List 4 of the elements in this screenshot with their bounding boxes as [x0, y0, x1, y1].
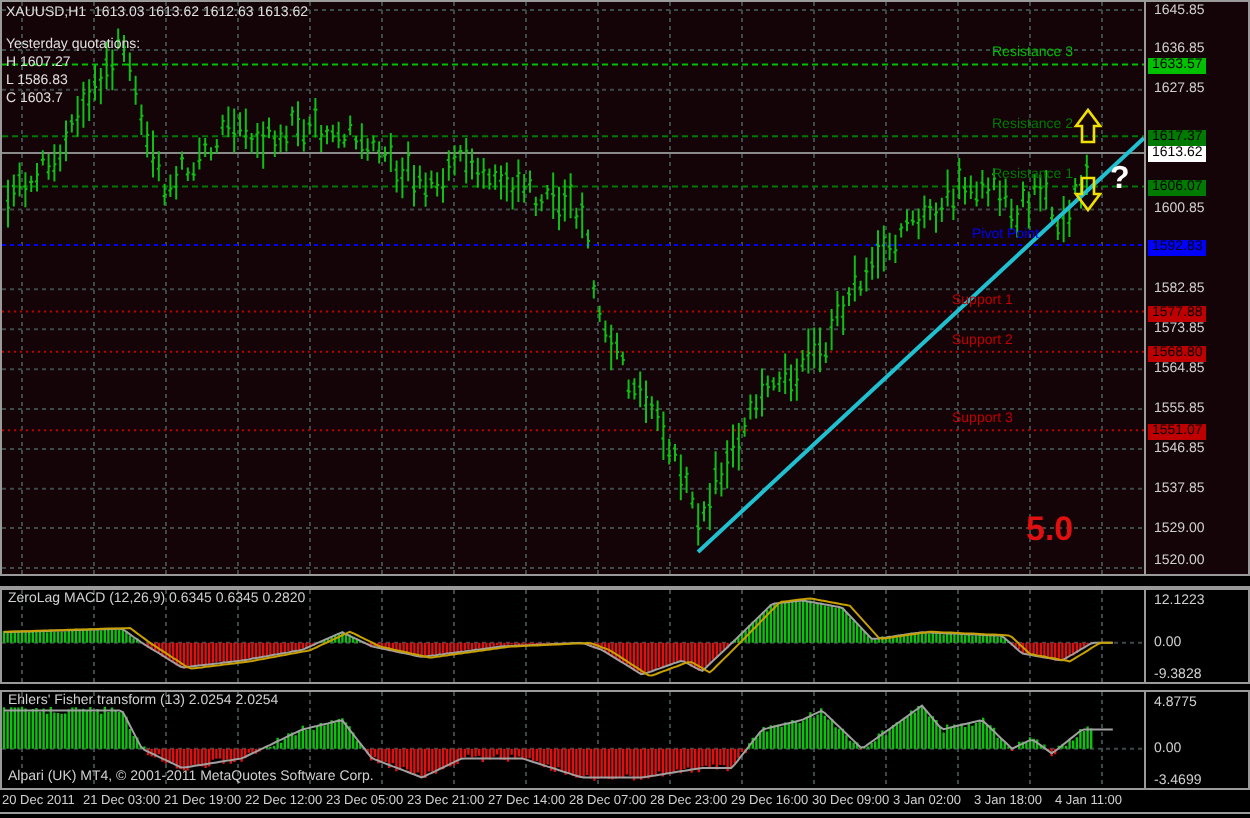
- up-arrow-icon: [1073, 107, 1103, 144]
- down-arrow-icon: [1073, 176, 1103, 213]
- question-mark: ?: [1110, 162, 1130, 198]
- score-text: 5.0: [1026, 512, 1074, 548]
